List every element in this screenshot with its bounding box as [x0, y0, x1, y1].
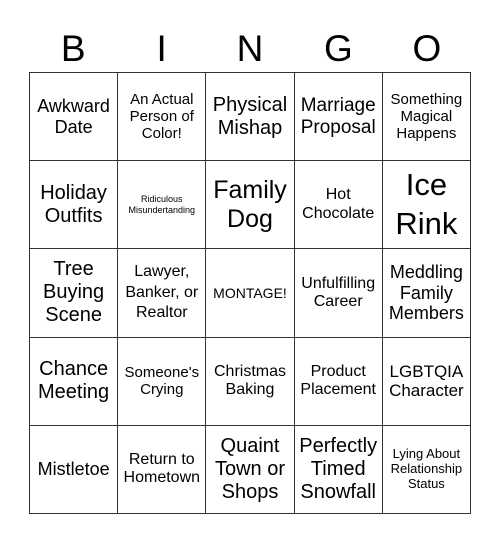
bingo-cell[interactable]: Perfectly Timed Snowfall [294, 425, 383, 514]
header-letter-g: G [324, 28, 353, 69]
bingo-cell[interactable]: Product Placement [294, 337, 383, 426]
bingo-cell[interactable]: Unfulfilling Career [294, 249, 383, 338]
bingo-cell[interactable]: Holiday Outfits [30, 161, 119, 250]
bingo-grid: Awkward Date An Actual Person of Color! … [29, 72, 471, 514]
bingo-cell[interactable]: Christmas Baking [206, 337, 295, 426]
bingo-cell[interactable]: Family Dog [206, 161, 295, 250]
bingo-cell[interactable]: LGBTQIA Character [382, 337, 471, 426]
bingo-cell[interactable]: An Actual Person of Color! [118, 73, 207, 162]
bingo-cell[interactable]: Tree Buying Scene [30, 249, 119, 338]
bingo-cell[interactable]: Ridiculous Misundertanding [118, 161, 207, 250]
bingo-cell[interactable]: Lawyer, Banker, or Realtor [118, 249, 207, 338]
bingo-header: B I N G O [29, 26, 471, 72]
header-letter-b: B [60, 28, 86, 69]
header-letter-i: I [156, 28, 167, 69]
bingo-cell[interactable]: Mistletoe [30, 425, 119, 514]
header-letter-o: O [412, 28, 442, 69]
bingo-cell[interactable]: Something Magical Happens [382, 73, 471, 162]
bingo-cell[interactable]: Return to Hometown [118, 425, 207, 514]
bingo-cell[interactable]: Quaint Town or Shops [206, 425, 295, 514]
bingo-cell[interactable]: Lying About Relationship Status [382, 425, 471, 514]
bingo-cell[interactable]: Physical Mishap [206, 73, 295, 162]
bingo-cell[interactable]: Hot Chocolate [294, 161, 383, 250]
bingo-cell[interactable]: Someone's Crying [118, 337, 207, 426]
header-letter-n: N [236, 28, 264, 69]
bingo-cell[interactable]: Meddling Family Members [382, 249, 471, 338]
bingo-cell[interactable]: MONTAGE! [206, 249, 295, 338]
bingo-cell[interactable]: Ice Rink [382, 161, 471, 250]
bingo-cell[interactable]: Marriage Proposal [294, 73, 383, 162]
bingo-cell[interactable]: Chance Meeting [30, 337, 119, 426]
bingo-cell[interactable]: Awkward Date [30, 73, 119, 162]
